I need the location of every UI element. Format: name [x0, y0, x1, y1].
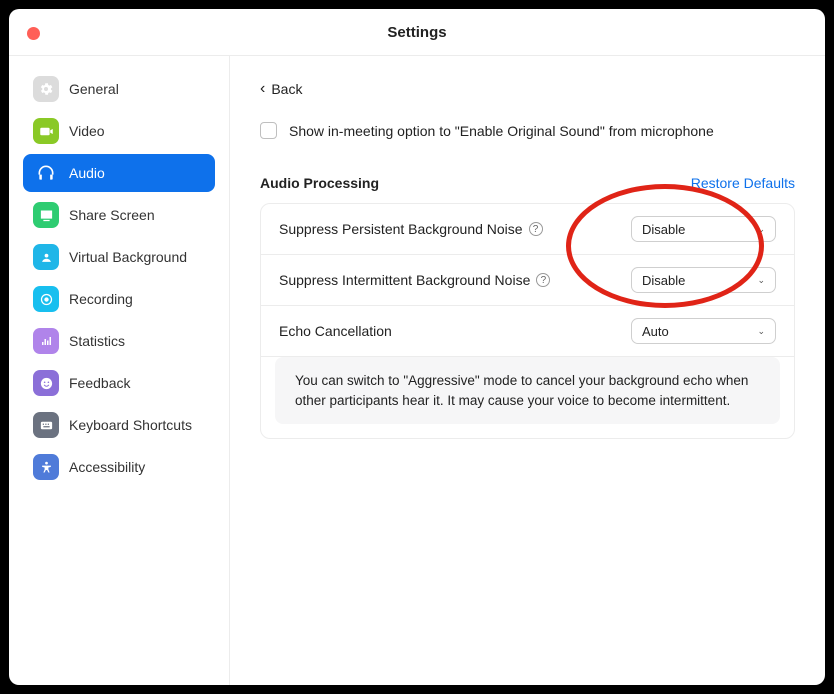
select-echo-cancellation[interactable]: Auto ⌄ — [631, 318, 776, 344]
sidebar-item-virtual-background[interactable]: Virtual Background — [23, 238, 215, 276]
settings-window: Settings General Video Audio — [9, 9, 825, 685]
row-suppress-intermittent: Suppress Intermittent Background Noise ?… — [261, 255, 794, 306]
row-suppress-persistent: Suppress Persistent Background Noise ? D… — [261, 204, 794, 255]
sidebar-item-label: Feedback — [69, 375, 130, 391]
sidebar-item-label: Virtual Background — [69, 249, 187, 265]
section-header: Audio Processing Restore Defaults — [260, 175, 795, 191]
record-icon — [33, 286, 59, 312]
accessibility-icon — [33, 454, 59, 480]
select-suppress-intermittent[interactable]: Disable ⌄ — [631, 267, 776, 293]
sidebar-item-audio[interactable]: Audio — [23, 154, 215, 192]
select-suppress-persistent[interactable]: Disable ⌄ — [631, 216, 776, 242]
sidebar: General Video Audio Share Screen — [9, 56, 230, 685]
echo-note: You can switch to "Aggressive" mode to c… — [275, 357, 780, 424]
close-icon[interactable] — [27, 27, 40, 40]
body: General Video Audio Share Screen — [9, 55, 825, 685]
select-value: Auto — [642, 324, 669, 339]
sidebar-item-statistics[interactable]: Statistics — [23, 322, 215, 360]
sidebar-item-feedback[interactable]: Feedback — [23, 364, 215, 402]
chevron-down-icon: ⌄ — [757, 326, 765, 337]
virtual-background-icon — [33, 244, 59, 270]
sidebar-item-label: Recording — [69, 291, 133, 307]
main-panel: ‹ Back Show in-meeting option to "Enable… — [230, 56, 825, 685]
back-button[interactable]: ‹ Back — [260, 80, 795, 98]
info-icon[interactable]: ? — [536, 273, 550, 287]
camera-icon — [33, 118, 59, 144]
row-label: Echo Cancellation — [279, 323, 392, 339]
sidebar-item-label: Video — [69, 123, 105, 139]
original-sound-checkbox[interactable] — [260, 122, 277, 139]
info-icon[interactable]: ? — [529, 222, 543, 236]
sidebar-item-recording[interactable]: Recording — [23, 280, 215, 318]
audio-processing-panel: Suppress Persistent Background Noise ? D… — [260, 203, 795, 439]
select-value: Disable — [642, 222, 685, 237]
sidebar-item-share-screen[interactable]: Share Screen — [23, 196, 215, 234]
row-echo-cancellation: Echo Cancellation Auto ⌄ — [261, 306, 794, 357]
sidebar-item-label: General — [69, 81, 119, 97]
gear-icon — [33, 76, 59, 102]
sidebar-item-label: Share Screen — [69, 207, 155, 223]
sidebar-item-video[interactable]: Video — [23, 112, 215, 150]
sidebar-item-label: Keyboard Shortcuts — [69, 417, 192, 433]
sidebar-item-label: Accessibility — [69, 459, 145, 475]
share-screen-icon — [33, 202, 59, 228]
chevron-down-icon: ⌄ — [757, 224, 765, 235]
feedback-icon — [33, 370, 59, 396]
restore-defaults-button[interactable]: Restore Defaults — [691, 175, 795, 191]
original-sound-label: Show in-meeting option to "Enable Origin… — [289, 123, 714, 139]
sidebar-item-label: Audio — [69, 165, 105, 181]
select-value: Disable — [642, 273, 685, 288]
statistics-icon — [33, 328, 59, 354]
sidebar-item-keyboard-shortcuts[interactable]: Keyboard Shortcuts — [23, 406, 215, 444]
window-title: Settings — [387, 24, 446, 41]
chevron-down-icon: ⌄ — [757, 275, 765, 286]
sidebar-item-general[interactable]: General — [23, 70, 215, 108]
chevron-left-icon: ‹ — [260, 80, 265, 98]
original-sound-row: Show in-meeting option to "Enable Origin… — [260, 122, 795, 139]
sidebar-item-label: Statistics — [69, 333, 125, 349]
row-label: Suppress Persistent Background Noise — [279, 221, 523, 237]
section-title: Audio Processing — [260, 175, 379, 191]
row-label: Suppress Intermittent Background Noise — [279, 272, 530, 288]
keyboard-icon — [33, 412, 59, 438]
titlebar: Settings — [9, 9, 825, 55]
sidebar-item-accessibility[interactable]: Accessibility — [23, 448, 215, 486]
headphones-icon — [33, 160, 59, 186]
back-label: Back — [271, 81, 302, 97]
